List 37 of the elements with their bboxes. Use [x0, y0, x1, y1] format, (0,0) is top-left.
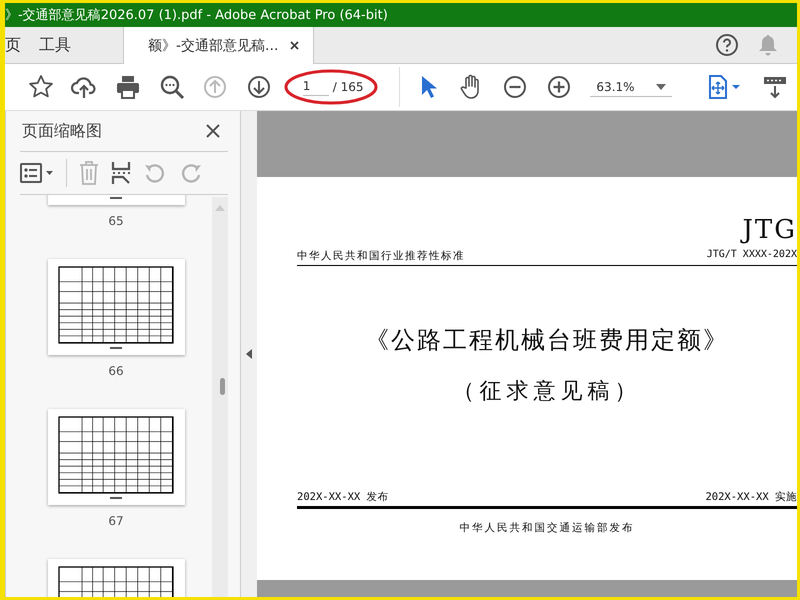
publisher: 中华人民共和国交通运输部发布 — [458, 521, 636, 535]
page-number: 65 — [108, 214, 124, 228]
star-icon[interactable] — [28, 74, 54, 100]
extract-page-icon[interactable] — [111, 161, 131, 185]
standard-category: 中华人民共和国行业推荐性标准 — [297, 249, 465, 263]
keyboard-icon[interactable] — [763, 75, 788, 99]
zoom-out-icon[interactable] — [502, 75, 527, 99]
scrollbar[interactable] — [212, 197, 228, 597]
close-icon[interactable] — [290, 41, 300, 50]
caret-icon — [656, 84, 666, 90]
page-count: / 165 — [332, 80, 364, 94]
page-number: 66 — [108, 364, 124, 378]
standard-mark: JTG — [742, 215, 797, 245]
options-menu-icon[interactable] — [20, 162, 54, 184]
next-page-icon[interactable] — [246, 75, 271, 99]
publish-date: 202X-XX-XX 发布 — [297, 490, 389, 504]
collapse-panel-icon[interactable] — [246, 349, 252, 359]
search-icon[interactable] — [158, 74, 185, 100]
scroll-thumb[interactable] — [220, 378, 225, 395]
standard-code: JTG/T XXXX-202X — [706, 249, 797, 262]
window-title: 》-交通部意见稿2026.07 (1).pdf - Adobe Acrobat Pro (64-bit) — [5, 7, 388, 24]
page-thumbnail[interactable] — [48, 259, 184, 355]
page-thumbnail[interactable] — [48, 409, 184, 505]
document-subtitle: （征求意见稿） — [452, 378, 642, 406]
zoom-dropdown[interactable]: 63.1% — [590, 78, 672, 96]
tab[interactable]: 页 — [5, 27, 39, 63]
page-number: 67 — [108, 514, 124, 528]
tab[interactable]: 额》-交通部意见稿... — [123, 27, 314, 64]
page-number-field[interactable]: 1 — [302, 78, 329, 96]
close-icon[interactable] — [206, 124, 220, 138]
document-title: 《公路工程机械台班费用定额》 — [364, 325, 730, 356]
zoom-in-icon[interactable] — [546, 75, 571, 99]
tab[interactable]: 工具 — [39, 27, 123, 63]
help-icon[interactable] — [715, 33, 739, 57]
print-icon[interactable] — [115, 74, 142, 100]
panel-title: 页面缩略图 — [22, 120, 102, 142]
effective-date: 202X-XX-XX 实施 — [705, 490, 797, 504]
